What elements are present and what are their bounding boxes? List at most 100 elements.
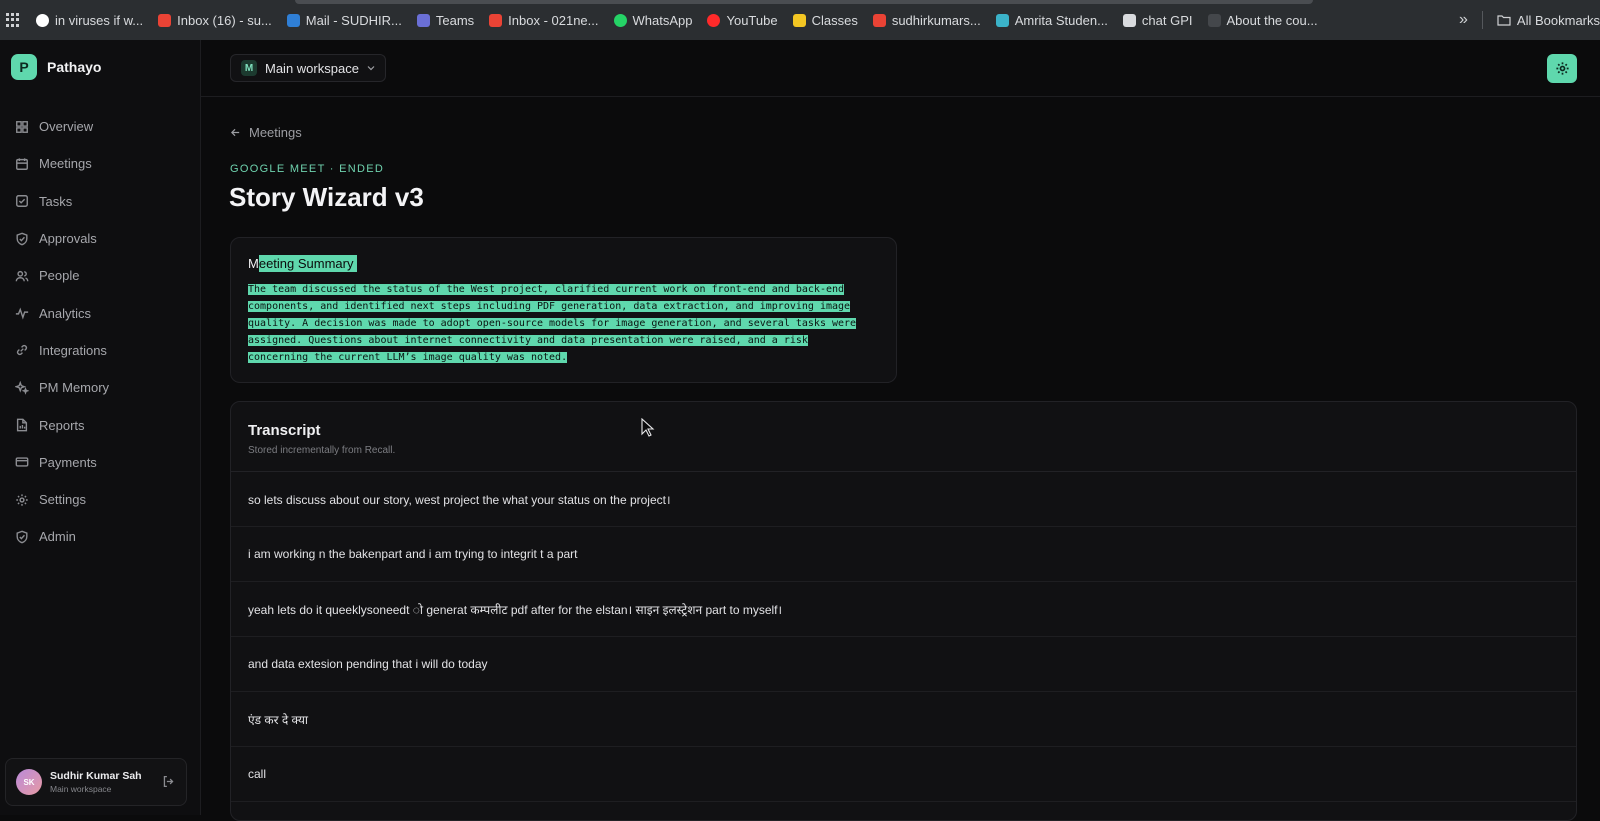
calendar-icon	[16, 158, 28, 170]
bookmark-favicon-icon	[995, 13, 1009, 27]
more-bookmarks-button[interactable]: »	[1459, 11, 1468, 29]
sidebar-item-label: Integrations	[39, 342, 107, 358]
bookmark-item[interactable]: Classes	[792, 12, 858, 28]
bookmark-item[interactable]: sudhirkumars...	[872, 12, 981, 28]
sidebar: P Pathayo Overview Meetings Tasks Approvals…	[0, 40, 201, 815]
bookmarks-bar: in viruses if w... Inbox (16) - su... Mail…	[0, 0, 1600, 40]
sidebar-item-reports[interactable]: Reports	[0, 406, 200, 443]
sidebar-item-people[interactable]: People	[0, 257, 200, 294]
bookmark-favicon-icon	[792, 13, 806, 27]
sidebar-item-label: Tasks	[39, 193, 73, 209]
sidebar-item-label: People	[39, 268, 80, 284]
transcript-row: and data extesion pending that i will do…	[231, 637, 1576, 692]
checkbox-icon	[16, 195, 28, 208]
transcript-row: एंड कर दे क्या	[231, 692, 1576, 747]
transcript-title: Transcript	[248, 422, 321, 439]
sidebar-item-label: Admin	[39, 529, 76, 545]
sidebar-item-tasks[interactable]: Tasks	[0, 183, 200, 220]
summary-line: quality. A decision was made to adopt op…	[248, 318, 857, 329]
bookmark-item[interactable]: Inbox (16) - su...	[158, 13, 272, 28]
workspace-badge: M	[241, 60, 257, 76]
link-icon	[16, 345, 28, 356]
all-bookmarks-button[interactable]: All Bookmarks	[1497, 13, 1600, 28]
user-name: Sudhir Kumar Sah	[50, 770, 142, 782]
shield-icon	[16, 530, 28, 544]
bookmark-item[interactable]: Inbox - 021ne...	[489, 12, 599, 28]
user-card[interactable]: SK Sudhir Kumar Sah Main workspace	[5, 758, 187, 806]
topbar: M Main workspace	[201, 40, 1600, 97]
sidebar-item-pm-memory[interactable]: PM Memory	[0, 369, 200, 406]
back-link-label: Meetings	[249, 125, 302, 140]
sidebar-item-label: Analytics	[39, 305, 92, 321]
grid-icon	[16, 120, 28, 133]
sidebar-item-overview[interactable]: Overview	[0, 108, 200, 145]
bookmark-item[interactable]: chat GPI	[1122, 13, 1193, 28]
bookmark-favicon-icon	[1207, 13, 1221, 27]
bookmark-favicon-icon	[613, 13, 627, 27]
sidebar-nav: Overview Meetings Tasks Approvals People Anal…	[0, 108, 200, 556]
transcript-list: so lets discuss about our story, west pr…	[231, 472, 1576, 820]
bookmark-item[interactable]: Teams	[416, 13, 474, 28]
sidebar-item-payments[interactable]: Payments	[0, 444, 200, 481]
bookmark-favicon-icon	[36, 13, 49, 27]
folder-icon	[1497, 15, 1511, 26]
bookmark-item[interactable]: YouTube	[707, 12, 778, 28]
bookmark-label: Inbox - 021ne...	[508, 12, 599, 28]
transcript-row: so lets discuss about our story, west pr…	[231, 472, 1576, 527]
sidebar-item-integrations[interactable]: Integrations	[0, 332, 200, 369]
arrow-left-icon	[230, 128, 240, 137]
file-chart-icon	[16, 418, 28, 432]
gear-icon	[1555, 62, 1569, 75]
bookmark-favicon-icon	[872, 13, 886, 27]
all-bookmarks-label: All Bookmarks	[1516, 12, 1600, 28]
bookmark-label: Inbox (16) - su...	[177, 12, 272, 28]
gear-icon	[16, 493, 28, 506]
bookmark-label: Classes	[811, 12, 858, 28]
app-shell: P Pathayo Overview Meetings Tasks Approvals…	[0, 40, 1600, 821]
transcript-row: i am working n the bakenpart and i am tr…	[231, 527, 1576, 582]
bookmark-label: in viruses if w...	[55, 12, 144, 28]
main-content: Meetings GOOGLE MEET · ENDED Story Wizar…	[201, 97, 1600, 821]
transcript-row	[231, 802, 1576, 820]
bookmark-item[interactable]: Amrita Studen...	[995, 12, 1108, 28]
chevron-down-icon	[367, 66, 375, 71]
sidebar-item-label: Reports	[39, 417, 85, 433]
sidebar-item-analytics[interactable]: Analytics	[0, 294, 200, 331]
transcript-row: call	[231, 747, 1576, 802]
sidebar-item-meetings[interactable]: Meetings	[0, 145, 200, 182]
meeting-status: GOOGLE MEET · ENDED	[230, 163, 385, 175]
bookmark-item[interactable]: About the cou...	[1207, 12, 1318, 28]
workspace-select[interactable]: M Main workspace	[230, 54, 386, 82]
brand-name: Pathayo	[47, 59, 102, 75]
bookmark-item[interactable]: Mail - SUDHIR...	[286, 13, 402, 28]
brand[interactable]: P Pathayo	[11, 54, 101, 80]
bookmark-label: sudhirkumars...	[891, 12, 981, 28]
settings-button[interactable]	[1547, 54, 1577, 83]
divider	[1481, 11, 1483, 29]
tab-strip-edge	[295, 0, 1313, 4]
summary-line: The team discussed the status of the Wes…	[248, 284, 845, 295]
shield-check-icon	[16, 232, 28, 245]
bookmark-label: YouTube	[726, 12, 778, 28]
bookmark-item[interactable]: in viruses if w...	[36, 13, 143, 28]
summary-line: components, and identified next steps in…	[248, 301, 851, 312]
bookmark-favicon-icon	[286, 13, 300, 27]
users-icon	[15, 270, 29, 282]
bookmark-item[interactable]: WhatsApp	[613, 13, 692, 28]
summary-line: concerning the current LLM’s image quali…	[248, 352, 568, 363]
bookmark-favicon-icon	[158, 13, 172, 27]
sidebar-item-admin[interactable]: Admin	[0, 518, 200, 555]
sidebar-item-label: Meetings	[39, 156, 92, 172]
bookmark-label: About the cou...	[1226, 12, 1318, 28]
apps-grid-icon[interactable]	[6, 13, 20, 27]
page-title: Story Wizard v3	[229, 182, 424, 212]
bookmark-favicon-icon	[416, 13, 430, 27]
summary-line: assigned. Questions about internet conne…	[248, 335, 808, 346]
back-link[interactable]: Meetings	[230, 125, 302, 140]
logout-button[interactable]	[162, 775, 176, 789]
sidebar-item-approvals[interactable]: Approvals	[0, 220, 200, 257]
mouse-cursor-icon	[641, 418, 655, 437]
sidebar-item-settings[interactable]: Settings	[0, 481, 200, 518]
sparkles-icon	[15, 380, 29, 395]
bookmark-label: Amrita Studen...	[1014, 12, 1108, 28]
